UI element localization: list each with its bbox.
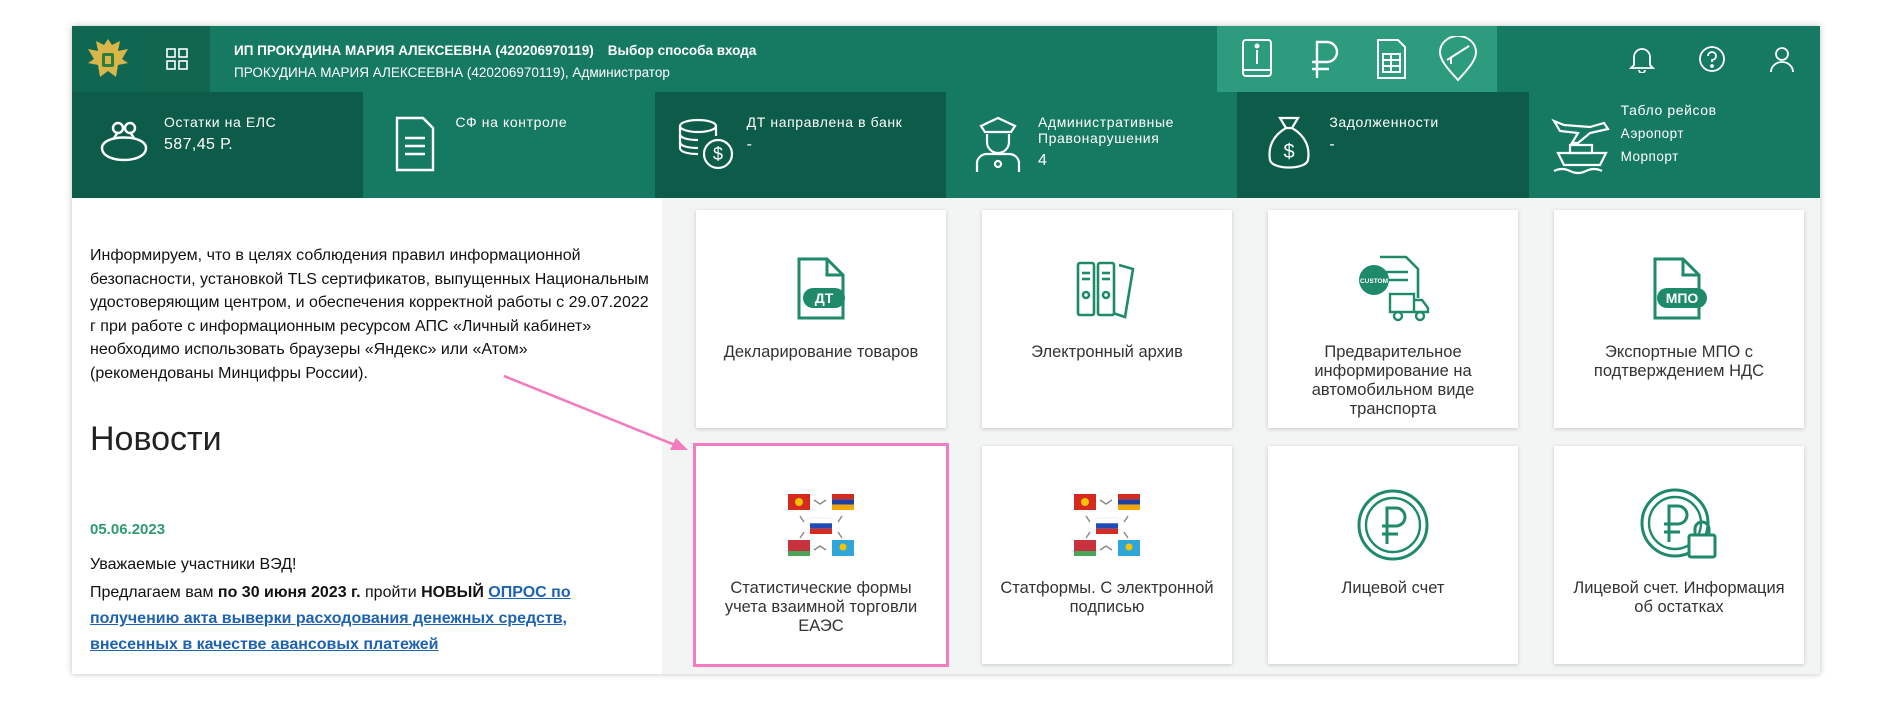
eagle-emblem-icon [88,39,128,77]
header-right-actions [1607,26,1817,92]
flights-seaport-link[interactable]: Морпорт [1621,145,1810,168]
help-icon[interactable] [1677,26,1747,92]
svg-text:ДТ: ДТ [815,290,834,306]
coins-icon: $ [678,118,733,170]
tile-label: Лицевой счет [1341,579,1445,597]
stat-dt-bank[interactable]: $ ДТ направлена в банк - [654,92,946,198]
stat-label: Табло рейсов [1620,102,1717,118]
tile-personal-account[interactable]: Лицевой счет [1268,446,1518,664]
apps-grid-icon [166,48,188,70]
ruble-icon[interactable] [1296,31,1352,87]
top-bar: ИП ПРОКУДИНА МАРИЯ АЛЕКСЕЕВНА (420206970… [72,26,1820,92]
app-window: ИП ПРОКУДИНА МАРИЯ АЛЕКСЕЕВНА (420206970… [72,26,1820,674]
eaeu-flags-icon [788,494,854,556]
bell-icon[interactable] [1607,26,1677,92]
archive-binders-icon [1076,261,1135,319]
news-text: Предлагаем вам [90,584,214,601]
dt-document-icon: ДТ [797,257,845,320]
tile-account-balance-info[interactable]: Лицевой счет. Информация об остатках [1554,446,1804,664]
stat-value: - [746,136,753,153]
mpo-document-icon: МПО [1653,257,1707,320]
tile-export-mpo[interactable]: МПО Экспортные МПО с подтверждением НДС [1554,210,1804,428]
logo[interactable] [72,26,144,92]
news-deadline: по 30 июня 2023 г. [217,584,361,601]
tile-label: Статформы. С электронной подписью [1000,579,1214,616]
user-info: ИП ПРОКУДИНА МАРИЯ АЛЕКСЕЕВНА (420206970… [234,40,756,84]
stats-bar: Остатки на ЕЛС 587,45 Р. СФ на контроле … [72,92,1820,198]
stat-sf-control[interactable]: СФ на контроле [363,92,655,198]
security-notice: Информируем, что в целях соблюдения прав… [90,247,649,382]
tile-stat-forms-eaeu[interactable]: Статистические формы учета взаимной торг… [693,443,949,667]
tile-electronic-archive[interactable]: Электронный архив [982,210,1232,428]
stat-value: - [1329,136,1336,153]
info-panel: Информируем, что в целях соблюдения прав… [72,198,662,674]
svg-text:МПО: МПО [1666,290,1699,306]
tile-preliminary-info[interactable]: CUSTOM Предварительное информирование на… [1268,210,1518,428]
login-method-link[interactable]: Выбор способа входа [608,43,757,58]
stat-value: 4 [1037,152,1048,169]
stat-label: Остатки на ЕЛС [164,114,277,130]
svg-text:$: $ [1284,141,1295,163]
tile-statforms-signature[interactable]: Статформы. С электронной подписью [982,446,1232,664]
tile-declaration[interactable]: ДТ Декларирование товаров [696,210,946,428]
map-pin-barrier-icon[interactable] [1430,31,1486,87]
ruble-lock-icon [1640,488,1717,559]
officer-icon [975,116,1021,172]
tile-label: Предварительное информирование на автомо… [1311,343,1475,418]
svg-text:CUSTOM: CUSTOM [1360,278,1388,285]
news-title: Новости [90,420,222,458]
money-bag-icon: $ [1268,116,1310,169]
stat-label: Административные Правонарушения [1037,114,1175,146]
info-book-icon[interactable] [1229,31,1285,87]
svg-text:$: $ [713,144,723,164]
plane-ship-icon [1551,118,1610,175]
stat-value: 587,45 Р. [164,136,234,153]
user-name: ИП ПРОКУДИНА МАРИЯ АЛЕКСЕЕВНА (420206970… [234,43,594,58]
user-icon[interactable] [1747,26,1817,92]
quick-actions [1217,26,1497,92]
ruble-circle-icon [1357,489,1429,561]
tile-label: Электронный архив [1031,343,1183,361]
document-icon [396,116,435,172]
news-text: пройти [365,584,417,601]
user-role: ПРОКУДИНА МАРИЯ АЛЕКСЕЕВНА (420206970119… [234,65,670,80]
apps-menu-button[interactable] [144,26,210,92]
flights-airport-link[interactable]: Аэропорт [1621,122,1810,145]
news-date: 05.06.2023 [90,521,166,538]
stat-label: ДТ направлена в банк [746,114,903,130]
custom-truck-icon: CUSTOM [1359,255,1430,322]
tile-label: Лицевой счет. Информация об остатках [1573,579,1785,616]
stat-debts[interactable]: $ Задолженности - [1237,92,1529,198]
news-new-label: НОВЫЙ [421,584,484,601]
stat-els-balance[interactable]: Остатки на ЕЛС 587,45 Р. [72,92,364,198]
news-body: Предлагаем вам по 30 июня 2023 г. пройти… [90,580,630,658]
stat-admin-offenses[interactable]: Административные Правонарушения 4 [945,92,1238,198]
spreadsheet-icon[interactable] [1363,31,1419,87]
stat-label: СФ на контроле [455,114,568,130]
tile-label: Экспортные МПО с подтверждением НДС [1593,343,1765,380]
tile-label: Статистические формы учета взаимной торг… [724,579,918,635]
eaeu-flags-icon [1074,494,1140,556]
tile-label: Декларирование товаров [723,343,919,361]
stat-flights-board[interactable]: Табло рейсов Аэропорт Морпорт [1528,92,1820,198]
stat-label: Задолженности [1329,114,1439,130]
news-greeting: Уважаемые участники ВЭД! [90,556,297,573]
purse-icon [100,121,148,162]
